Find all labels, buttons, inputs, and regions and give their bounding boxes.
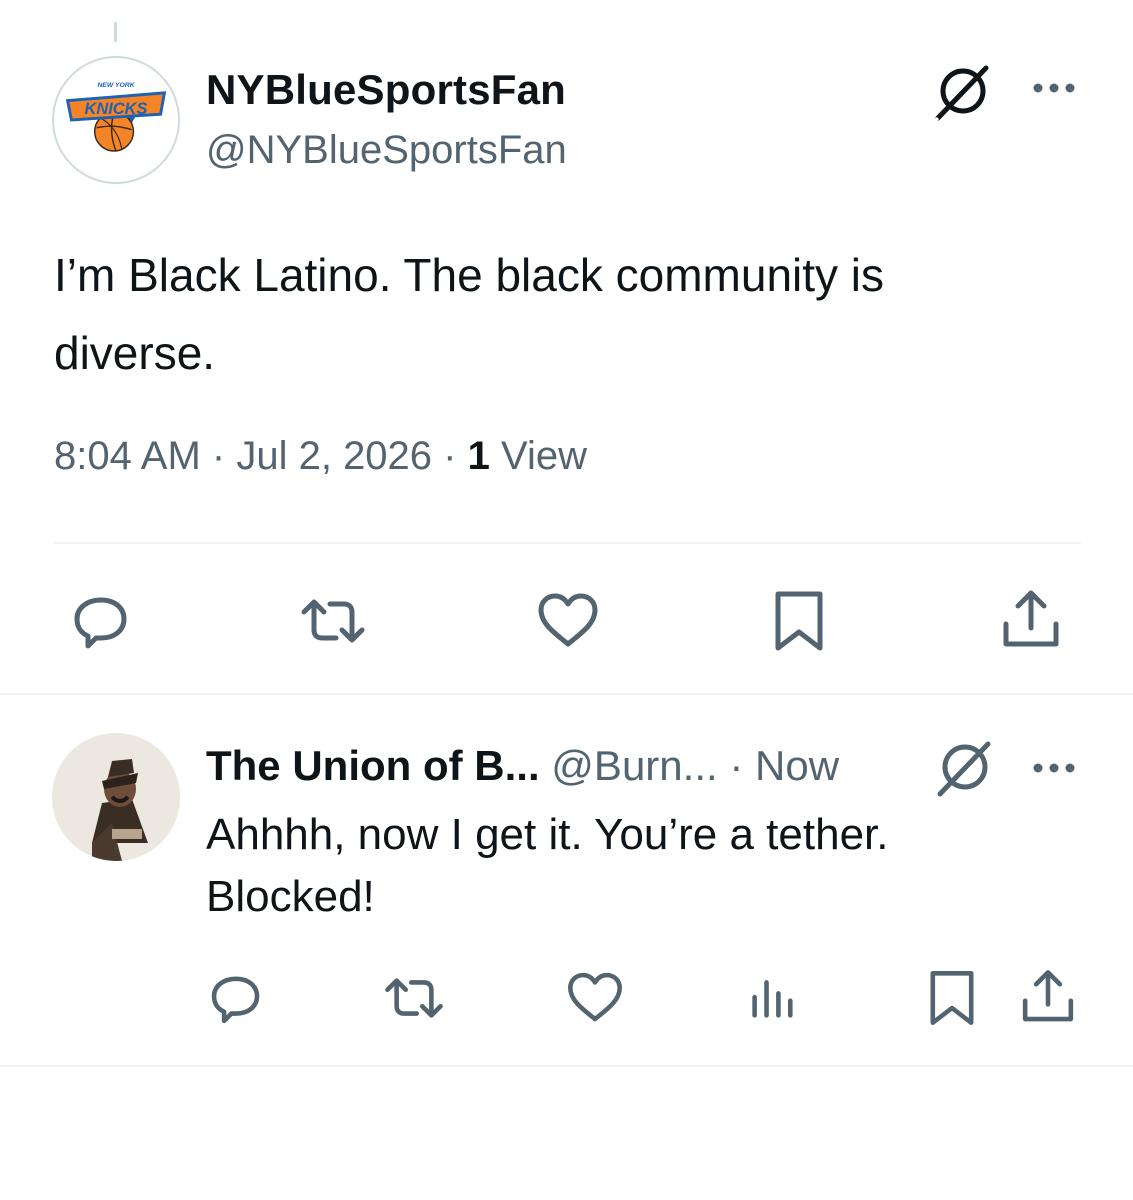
heart-icon xyxy=(568,972,622,1022)
reply-icon xyxy=(211,976,260,1024)
author-display-name[interactable]: NYBlueSportsFan xyxy=(206,66,566,114)
divider xyxy=(0,1065,1133,1067)
repost-icon xyxy=(301,599,365,643)
knicks-logo-icon: KNICKS NEW YORK xyxy=(54,58,178,182)
grok-icon[interactable] xyxy=(930,62,992,124)
divider xyxy=(54,542,1081,544)
like-button[interactable] xyxy=(533,586,603,656)
tweet-time[interactable]: 8:04 AM xyxy=(54,434,201,478)
bookmark-icon xyxy=(775,591,823,651)
reply-action-bar xyxy=(0,966,1133,1030)
views-count[interactable]: 1 xyxy=(468,434,490,478)
more-options-icon[interactable] xyxy=(1030,750,1078,786)
like-button[interactable] xyxy=(563,966,627,1030)
more-options-icon[interactable] xyxy=(1030,70,1078,106)
knicks-logo-text: KNICKS xyxy=(84,100,147,118)
share-icon xyxy=(1022,970,1074,1022)
repost-button[interactable] xyxy=(382,966,446,1030)
bookmark-button[interactable] xyxy=(764,586,834,656)
reply-button[interactable] xyxy=(66,586,136,656)
reply-header: The Union of B... @Burn... · Now xyxy=(206,742,839,790)
author-handle[interactable]: @NYBlueSportsFan xyxy=(206,128,567,173)
bookmark-button[interactable] xyxy=(920,966,984,1030)
reply-icon xyxy=(74,597,127,649)
cowboy-photo-avatar[interactable] xyxy=(52,733,180,861)
reply-button[interactable] xyxy=(204,966,268,1030)
tweet-text: I’m Black Latino. The black community is… xyxy=(54,249,885,379)
heart-icon xyxy=(538,593,598,647)
share-icon xyxy=(1003,590,1059,647)
cowboy-photo-icon xyxy=(52,733,180,861)
divider xyxy=(0,693,1133,695)
tweet-meta: 8:04 AM · Jul 2, 2026 · 1 View xyxy=(54,434,587,479)
knicks-logo-subtext: NEW YORK xyxy=(97,82,135,89)
reply-author-name[interactable]: The Union of B... xyxy=(206,742,540,789)
thread-connector-line xyxy=(114,22,117,42)
analytics-icon xyxy=(752,980,793,1018)
tweet-date[interactable]: Jul 2, 2026 xyxy=(236,434,432,478)
reply-separator: · xyxy=(729,742,744,789)
reply-timestamp[interactable]: Now xyxy=(755,742,839,789)
share-button[interactable] xyxy=(1016,966,1080,1030)
meta-separator: · xyxy=(443,434,457,478)
share-button[interactable] xyxy=(996,586,1066,656)
repost-button[interactable] xyxy=(298,586,368,656)
reply-text: Ahhhh, now I get it. You’re a tether. Bl… xyxy=(206,810,889,921)
repost-icon xyxy=(385,978,443,1018)
views-button[interactable] xyxy=(740,966,804,1030)
bookmark-icon xyxy=(930,971,974,1025)
grok-icon[interactable] xyxy=(932,738,994,800)
views-label[interactable]: View xyxy=(501,434,587,478)
knicks-logo-avatar[interactable]: KNICKS NEW YORK xyxy=(52,56,180,184)
reply-author-handle[interactable]: @Burn... xyxy=(551,742,717,789)
tweet-action-bar xyxy=(0,586,1133,656)
meta-separator: · xyxy=(211,434,226,478)
